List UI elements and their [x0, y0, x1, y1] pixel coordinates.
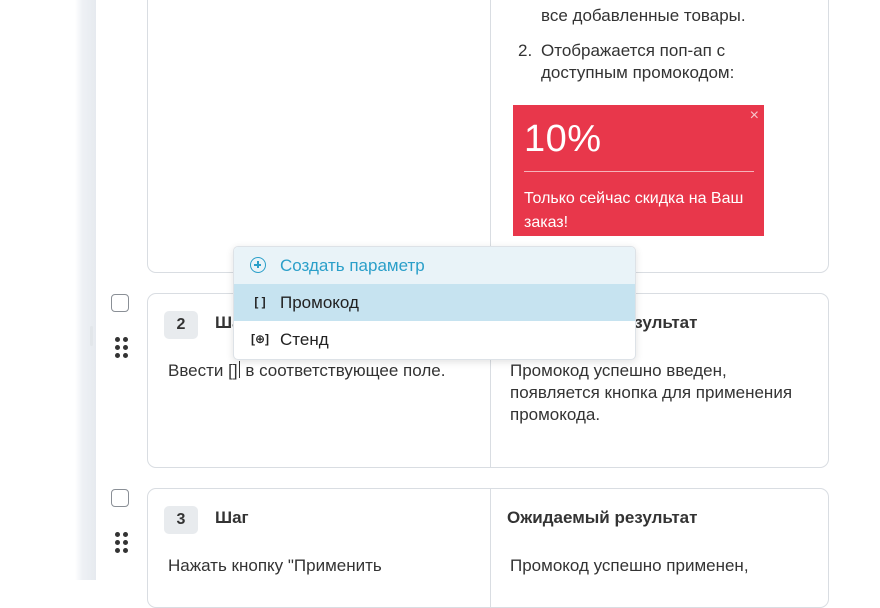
promo-percent: 10% — [524, 118, 602, 160]
sidebar-shadow — [0, 0, 96, 580]
step-2-text-editor[interactable]: Ввести [] в соответствующее поле. — [168, 360, 468, 382]
option-label: Создать параметр — [280, 256, 425, 275]
list-item-number: 2. — [518, 41, 533, 60]
step-text[interactable]: Нажать кнопку "Применить — [168, 555, 468, 577]
plus-circle-icon — [250, 257, 266, 273]
promo-text: Только сейчас скидка на Ваш заказ! — [524, 190, 744, 231]
step-text-part: в соответствующее поле. — [240, 361, 446, 380]
parameter-option-promocode[interactable]: [ ] Промокод — [234, 284, 635, 321]
drag-handle-icon[interactable] — [115, 532, 129, 554]
list-item: Отображается поп-ап с доступным промокод… — [541, 41, 735, 82]
globe-brackets-icon: [⊕] — [250, 332, 270, 346]
parameter-option-stand[interactable]: [⊕] Стенд — [234, 321, 635, 358]
step-number-badge: 2 — [164, 311, 198, 339]
option-label: Стенд — [280, 330, 329, 349]
step-card-1: все добавленные товары. 2. Отображается … — [147, 0, 829, 273]
expected-result-label: Ожидаемый результат — [507, 508, 698, 527]
step-text-part: Ввести — [168, 361, 229, 380]
option-label: Промокод — [280, 293, 359, 312]
create-parameter-option[interactable]: Создать параметр — [234, 247, 635, 284]
expected-result-text[interactable]: Промокод успешно введен, появляется кноп… — [510, 360, 810, 426]
step-3-action-column: 3 Шаг Нажать кнопку "Применить — [148, 489, 490, 607]
brackets-icon: [ ] — [254, 295, 266, 309]
promo-popup-image: × 10% Только сейчас скидка на Ваш заказ! — [513, 105, 764, 236]
step-1-action-column — [148, 0, 490, 272]
panel-resize-handle[interactable] — [90, 326, 93, 346]
step-2-checkbox[interactable] — [111, 294, 129, 312]
list-item: все добавленные товары. — [541, 6, 746, 25]
drag-handle-icon[interactable] — [115, 337, 129, 359]
close-icon: × — [749, 107, 759, 124]
parameter-placeholder[interactable]: [] — [228, 361, 237, 380]
step-1-expected-column: все добавленные товары. 2. Отображается … — [490, 0, 828, 272]
step-3-expected-column: Ожидаемый результат Промокод успешно при… — [490, 489, 828, 607]
step-number-badge: 3 — [164, 506, 198, 534]
expected-result-text[interactable]: Промокод успешно применен, — [510, 555, 810, 577]
step-card-3: 3 Шаг Нажать кнопку "Применить Ожидаемый… — [147, 488, 829, 608]
promo-divider — [524, 171, 754, 172]
step-label: Шаг — [215, 508, 249, 527]
text-cursor — [238, 361, 240, 378]
step-3-checkbox[interactable] — [111, 489, 129, 507]
parameter-dropdown: Создать параметр [ ] Промокод [⊕] Стенд — [233, 246, 636, 360]
